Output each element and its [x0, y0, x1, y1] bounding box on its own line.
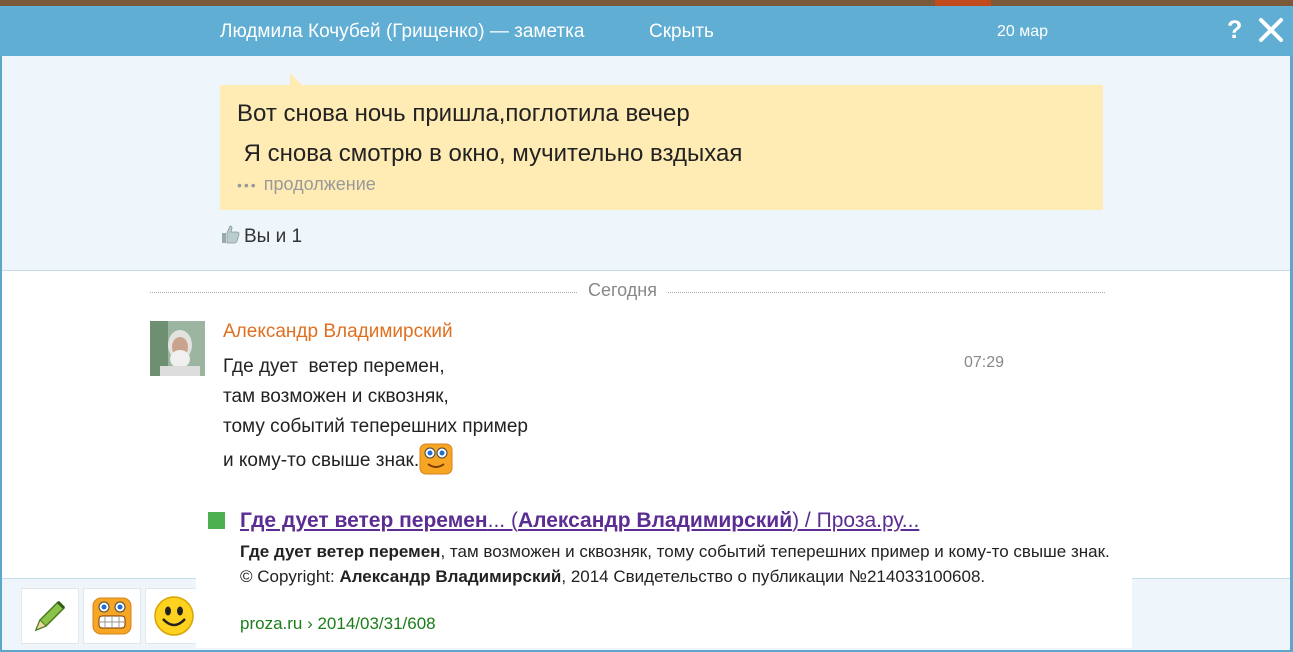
thumbs-up-icon — [222, 225, 240, 244]
grin-smiley-icon — [92, 597, 132, 635]
more-dots: ••• — [237, 177, 258, 193]
dialog-panel: Вот снова ночь пришла,поглотила вечер Я … — [2, 56, 1290, 650]
comment-text: Где дует ветер перемен, там возможен и с… — [223, 352, 528, 476]
comment-author[interactable]: Александр Владимирский — [223, 321, 453, 343]
avatar-photo — [150, 321, 205, 376]
date-divider-label: Сегодня — [578, 280, 667, 301]
read-more-link[interactable]: ••• продолжение — [237, 174, 376, 195]
grin-smiley-button[interactable] — [83, 588, 141, 644]
link-preview-popup: Где дует ветер перемен... (Александр Вла… — [196, 496, 1132, 648]
help-button[interactable]: ? — [1227, 16, 1242, 45]
pencil-icon — [34, 600, 66, 632]
preview-url[interactable]: proza.ru › 2014/03/31/608 — [240, 614, 436, 634]
avatar[interactable] — [150, 321, 205, 376]
hide-link[interactable]: Скрыть — [649, 21, 714, 43]
note-line-1: Вот снова ночь пришла,поглотила вечер — [237, 100, 690, 127]
comment-line: там возможен и сквозняк, — [223, 386, 449, 407]
comment-line: и кому-то свыше знак. — [223, 450, 420, 471]
comment-line: Где дует ветер перемен, — [223, 356, 445, 377]
desc-bold: Александр Владимирский — [339, 567, 562, 586]
preview-title-link[interactable]: Где дует ветер перемен... (Александр Вла… — [240, 509, 919, 533]
close-icon[interactable] — [1258, 17, 1284, 43]
preview-title-part: ... ( — [487, 509, 518, 532]
preview-description: Где дует ветер перемен, там возможен и с… — [240, 539, 1120, 589]
likes-text: Вы и 1 — [244, 226, 303, 247]
read-more-label: продолжение — [263, 174, 376, 194]
pencil-button[interactable] — [21, 588, 79, 644]
dialog-header: Людмила Кочубей (Грищенко) — заметка Скр… — [0, 6, 1293, 56]
smiley-icon — [154, 596, 194, 636]
note-date: 20 мар — [997, 23, 1049, 40]
result-bullet-icon — [208, 512, 225, 529]
preview-title-part: Александр Владимирский — [517, 509, 793, 532]
smiley-icon — [419, 443, 453, 475]
bubble-tail — [290, 73, 302, 85]
dialog-title: Людмила Кочубей (Грищенко) — заметка — [220, 21, 585, 42]
desc-text: , 2014 Свидетельство о публикации №21403… — [561, 567, 986, 586]
likes-counter[interactable]: Вы и 1 — [220, 224, 302, 248]
desc-bold: Где дует ветер перемен — [240, 542, 441, 561]
comment-line: тому событий теперешних пример — [223, 416, 528, 437]
smiley-button[interactable] — [145, 588, 203, 644]
note-area: Вот снова ночь пришла,поглотила вечер Я … — [2, 56, 1290, 271]
comment-time: 07:29 — [964, 354, 1005, 371]
preview-title-part: ) / Проза.ру... — [792, 509, 920, 532]
note-line-2: Я снова смотрю в окно, мучительно вздыха… — [237, 140, 743, 167]
note-bubble: Вот снова ночь пришла,поглотила вечер Я … — [220, 85, 1103, 210]
preview-title-part: Где дует ветер перемен — [240, 509, 488, 532]
